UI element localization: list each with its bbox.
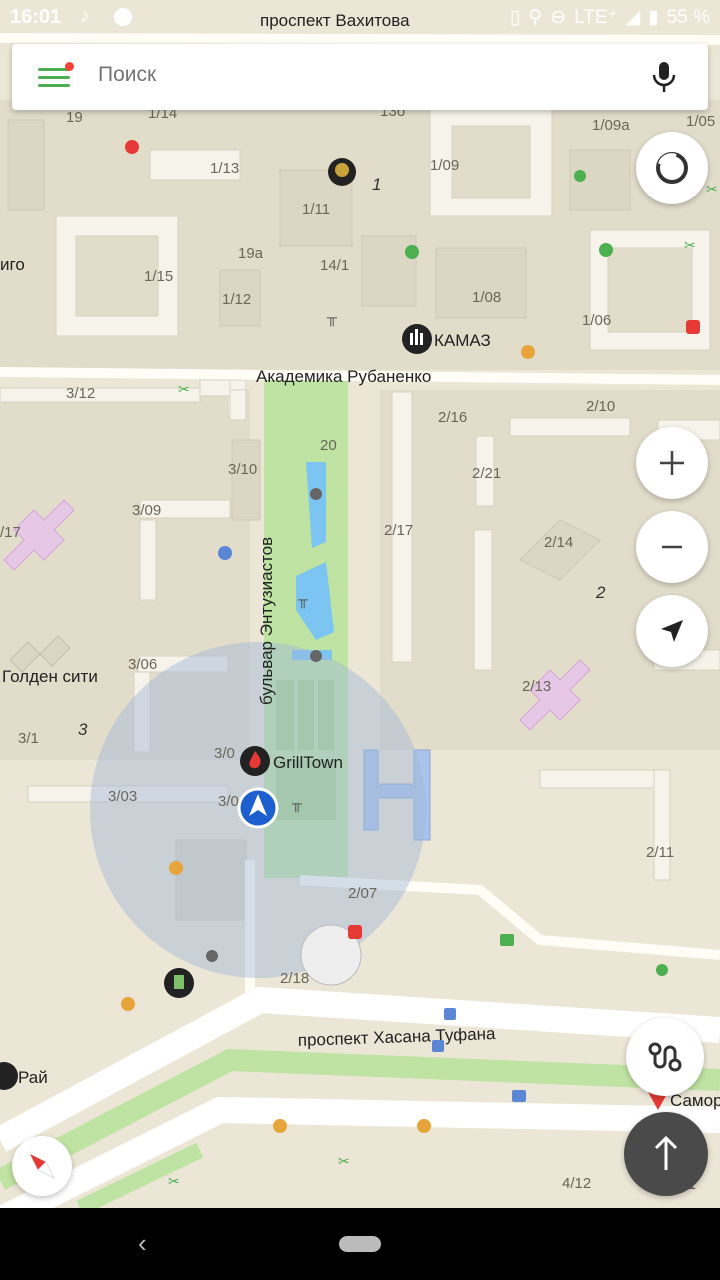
cafe-marker[interactable]	[328, 158, 356, 186]
microphone-icon[interactable]	[650, 60, 678, 94]
building-number: 3/0	[218, 793, 239, 810]
grilltown-marker[interactable]	[240, 746, 270, 776]
building-number: 1/11	[302, 201, 330, 218]
minus-icon	[662, 545, 682, 549]
go-button[interactable]	[624, 1112, 708, 1196]
building-number: 2/21	[472, 465, 501, 482]
building-number: 3/1	[18, 730, 39, 747]
building-number: 3	[78, 720, 88, 739]
svg-text:╥: ╥	[326, 309, 337, 327]
place-label-grilltown: GrillTown	[273, 753, 343, 772]
building-number: 20	[320, 437, 337, 454]
building-number: 3/0	[214, 745, 235, 762]
building-number: 3/03	[108, 788, 137, 805]
arrow-up-icon	[654, 1135, 678, 1170]
home-pill-icon[interactable]	[339, 1236, 381, 1252]
building-number: 1/09	[430, 157, 459, 174]
hamburger-icon[interactable]	[38, 62, 74, 88]
music-icon: ♪	[80, 5, 90, 27]
back-icon[interactable]: ‹	[138, 1228, 147, 1259]
compass-icon	[30, 1154, 56, 1180]
building-number: 2/16	[438, 409, 467, 426]
building-number: 2/10	[586, 398, 615, 415]
my-location-marker	[237, 787, 279, 829]
svg-text:╥: ╥	[297, 591, 308, 609]
place-label-golden-city: Голден сити	[2, 667, 98, 686]
status-icons: ▯ ⚲ ⊖ LTE⁺ ◢ ▮ 55 %	[510, 6, 710, 29]
place-label-kamaz: КАМАЗ	[434, 331, 491, 350]
place-label-ray: Рай	[18, 1068, 48, 1087]
system-nav-bar: ‹	[0, 1208, 720, 1280]
building-number: 2/07	[348, 885, 377, 902]
building-number: 1/13	[210, 160, 239, 177]
status-time: 16:01	[10, 6, 62, 28]
locate-me-button[interactable]	[636, 595, 708, 667]
route-button[interactable]	[626, 1018, 704, 1096]
building-number: 2/13	[522, 678, 551, 695]
svg-text:✂: ✂	[706, 181, 718, 197]
building-number: 4/12	[562, 1175, 591, 1192]
vibrate-icon: ▯	[509, 7, 521, 28]
search-input[interactable]	[96, 62, 620, 88]
route-icon	[648, 1042, 682, 1072]
building-number: 2/18	[280, 970, 309, 987]
signal-icon: ◢	[625, 7, 641, 28]
svg-text:✂: ✂	[684, 237, 696, 253]
building-number: 3/10	[228, 461, 257, 478]
drink-marker[interactable]	[164, 968, 194, 998]
svg-text:✂: ✂	[338, 1153, 350, 1169]
kamaz-marker[interactable]	[402, 324, 432, 354]
menu-badge	[65, 62, 74, 71]
building-number: 3/09	[132, 502, 161, 519]
building-number: 1/08	[472, 289, 501, 306]
building-number: 19	[66, 109, 83, 126]
building-number: 19а	[238, 245, 264, 262]
zoom-out-button[interactable]	[636, 511, 708, 583]
street-label-boulevard: бульвар Энтузиастов	[257, 537, 276, 705]
building-number: 2/11	[646, 844, 674, 861]
search-bar	[12, 44, 708, 110]
building-number: 3/12	[66, 385, 95, 402]
svg-text:✂: ✂	[168, 1173, 180, 1189]
building-number: 1/05	[686, 113, 715, 130]
building-number: /17	[0, 524, 21, 541]
building-number: 3/06	[128, 656, 157, 673]
status-bar: 16:01 ♪ ▯ ⚲ ⊖ LTE⁺ ◢ ▮ 55 %	[0, 0, 720, 36]
building-number: 14/1	[320, 257, 349, 274]
dnd-icon: ⊖	[550, 7, 567, 28]
plus-icon	[660, 451, 684, 475]
location-arrow-icon	[661, 620, 683, 642]
building-number: 1/09а	[592, 117, 630, 134]
location-icon: ⚲	[528, 7, 543, 28]
notification-dot-icon	[114, 8, 132, 26]
zoom-in-button[interactable]	[636, 427, 708, 499]
street-label-rubanenko: Академика Рубаненко	[256, 367, 431, 386]
building-number: 1	[372, 175, 381, 194]
building-number: 1/15	[144, 268, 173, 285]
building-number: 2	[595, 583, 606, 602]
battery-icon: ▮	[648, 7, 659, 28]
battery-percent: 55 %	[666, 6, 710, 28]
map-canvas[interactable]: проспект Вахитова Академика Рубаненко бу…	[0, 0, 720, 1208]
building-number: 2/17	[384, 522, 413, 539]
place-label-igo: иго	[0, 255, 25, 274]
layers-button[interactable]	[636, 132, 708, 204]
svg-text:╥: ╥	[291, 795, 302, 813]
building-number: 1/06	[582, 312, 611, 329]
lte-label: LTE⁺	[574, 7, 618, 28]
building-number: 1/12	[222, 291, 251, 308]
building-number: 2/14	[544, 534, 573, 551]
layers-icon	[656, 152, 688, 184]
svg-text:✂: ✂	[178, 381, 190, 397]
compass-button[interactable]	[12, 1136, 72, 1196]
